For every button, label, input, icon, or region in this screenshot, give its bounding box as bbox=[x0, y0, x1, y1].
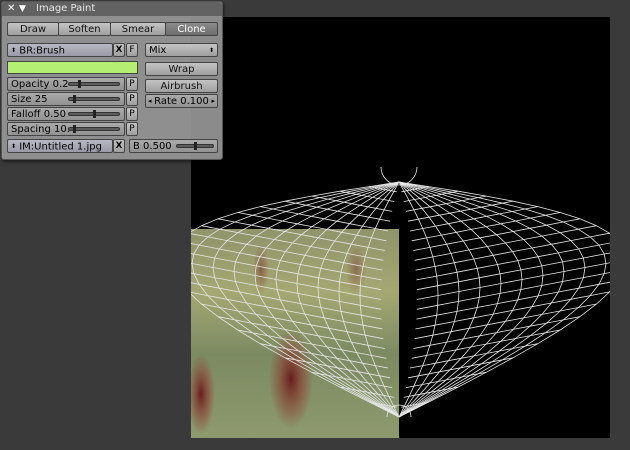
opacity-slider-knob[interactable] bbox=[78, 80, 81, 88]
size-slider-knob[interactable] bbox=[73, 95, 76, 103]
brush-selector[interactable]: ⬍ BR:Brush bbox=[7, 43, 113, 57]
tool-clone-button[interactable]: Clone bbox=[165, 22, 218, 36]
blend-mode-value: Mix bbox=[149, 45, 167, 56]
spacing-pressure-button[interactable]: P bbox=[126, 122, 138, 136]
panel-header[interactable]: ✕ ▼ Image Paint bbox=[2, 2, 222, 16]
image-selector[interactable]: ⬍ IM:Untitled 1.jpg bbox=[7, 139, 113, 153]
image-paint-panel: ✕ ▼ Image Paint Draw Soften Smear Clone … bbox=[1, 1, 223, 160]
brush-color-swatch[interactable] bbox=[7, 61, 138, 74]
uv-mesh-wireframe bbox=[191, 166, 610, 418]
rate-field[interactable]: ◂ Rate 0.100 ▸ bbox=[145, 94, 218, 108]
falloff-slider-label: Falloff 0.50 bbox=[11, 109, 66, 120]
b-slider[interactable]: B 0.500 bbox=[129, 139, 218, 153]
collapse-triangle-icon[interactable]: ▼ bbox=[19, 2, 26, 16]
falloff-slider[interactable]: Falloff 0.50 bbox=[7, 107, 125, 121]
brush-fake-user-button[interactable]: F bbox=[126, 43, 138, 57]
size-slider-label: Size 25 bbox=[11, 94, 48, 105]
falloff-pressure-button[interactable]: P bbox=[126, 107, 138, 121]
size-pressure-button[interactable]: P bbox=[126, 92, 138, 106]
spacing-slider[interactable]: Spacing 10. bbox=[7, 122, 125, 136]
decrement-arrow-icon[interactable]: ◂ bbox=[148, 95, 152, 107]
brush-clear-button[interactable]: X bbox=[113, 43, 125, 57]
close-icon[interactable]: ✕ bbox=[7, 2, 15, 16]
tool-draw-button[interactable]: Draw bbox=[7, 22, 59, 36]
brush-name: BR:Brush bbox=[19, 45, 65, 57]
increment-arrow-icon[interactable]: ▸ bbox=[211, 95, 215, 107]
dropdown-arrows-icon: ⬍ bbox=[208, 47, 214, 54]
updown-arrows-icon: ⬍ bbox=[11, 143, 17, 150]
b-slider-knob[interactable] bbox=[194, 142, 197, 150]
opacity-pressure-button[interactable]: P bbox=[126, 77, 138, 91]
blend-mode-dropdown[interactable]: Mix ⬍ bbox=[145, 43, 218, 57]
image-canvas[interactable] bbox=[191, 17, 610, 438]
spacing-slider-knob[interactable] bbox=[73, 125, 76, 133]
opacity-slider-track bbox=[68, 82, 120, 86]
opacity-slider[interactable]: Opacity 0.2 bbox=[7, 77, 125, 91]
image-name: IM:Untitled 1.jpg bbox=[19, 141, 102, 153]
wrap-button[interactable]: Wrap bbox=[145, 62, 218, 76]
b-slider-label: B 0.500 bbox=[133, 141, 172, 152]
panel-title: Image Paint bbox=[36, 3, 96, 14]
rate-value: Rate 0.100 bbox=[154, 96, 209, 107]
opacity-slider-label: Opacity 0.2 bbox=[11, 79, 69, 90]
size-slider[interactable]: Size 25 bbox=[7, 92, 125, 106]
falloff-slider-knob[interactable] bbox=[93, 110, 96, 118]
image-clear-button[interactable]: X bbox=[113, 139, 125, 153]
airbrush-button[interactable]: Airbrush bbox=[145, 79, 218, 93]
tool-smear-button[interactable]: Smear bbox=[110, 22, 166, 36]
updown-arrows-icon: ⬍ bbox=[11, 47, 17, 54]
tool-soften-button[interactable]: Soften bbox=[58, 22, 111, 36]
spacing-slider-label: Spacing 10. bbox=[11, 124, 70, 135]
